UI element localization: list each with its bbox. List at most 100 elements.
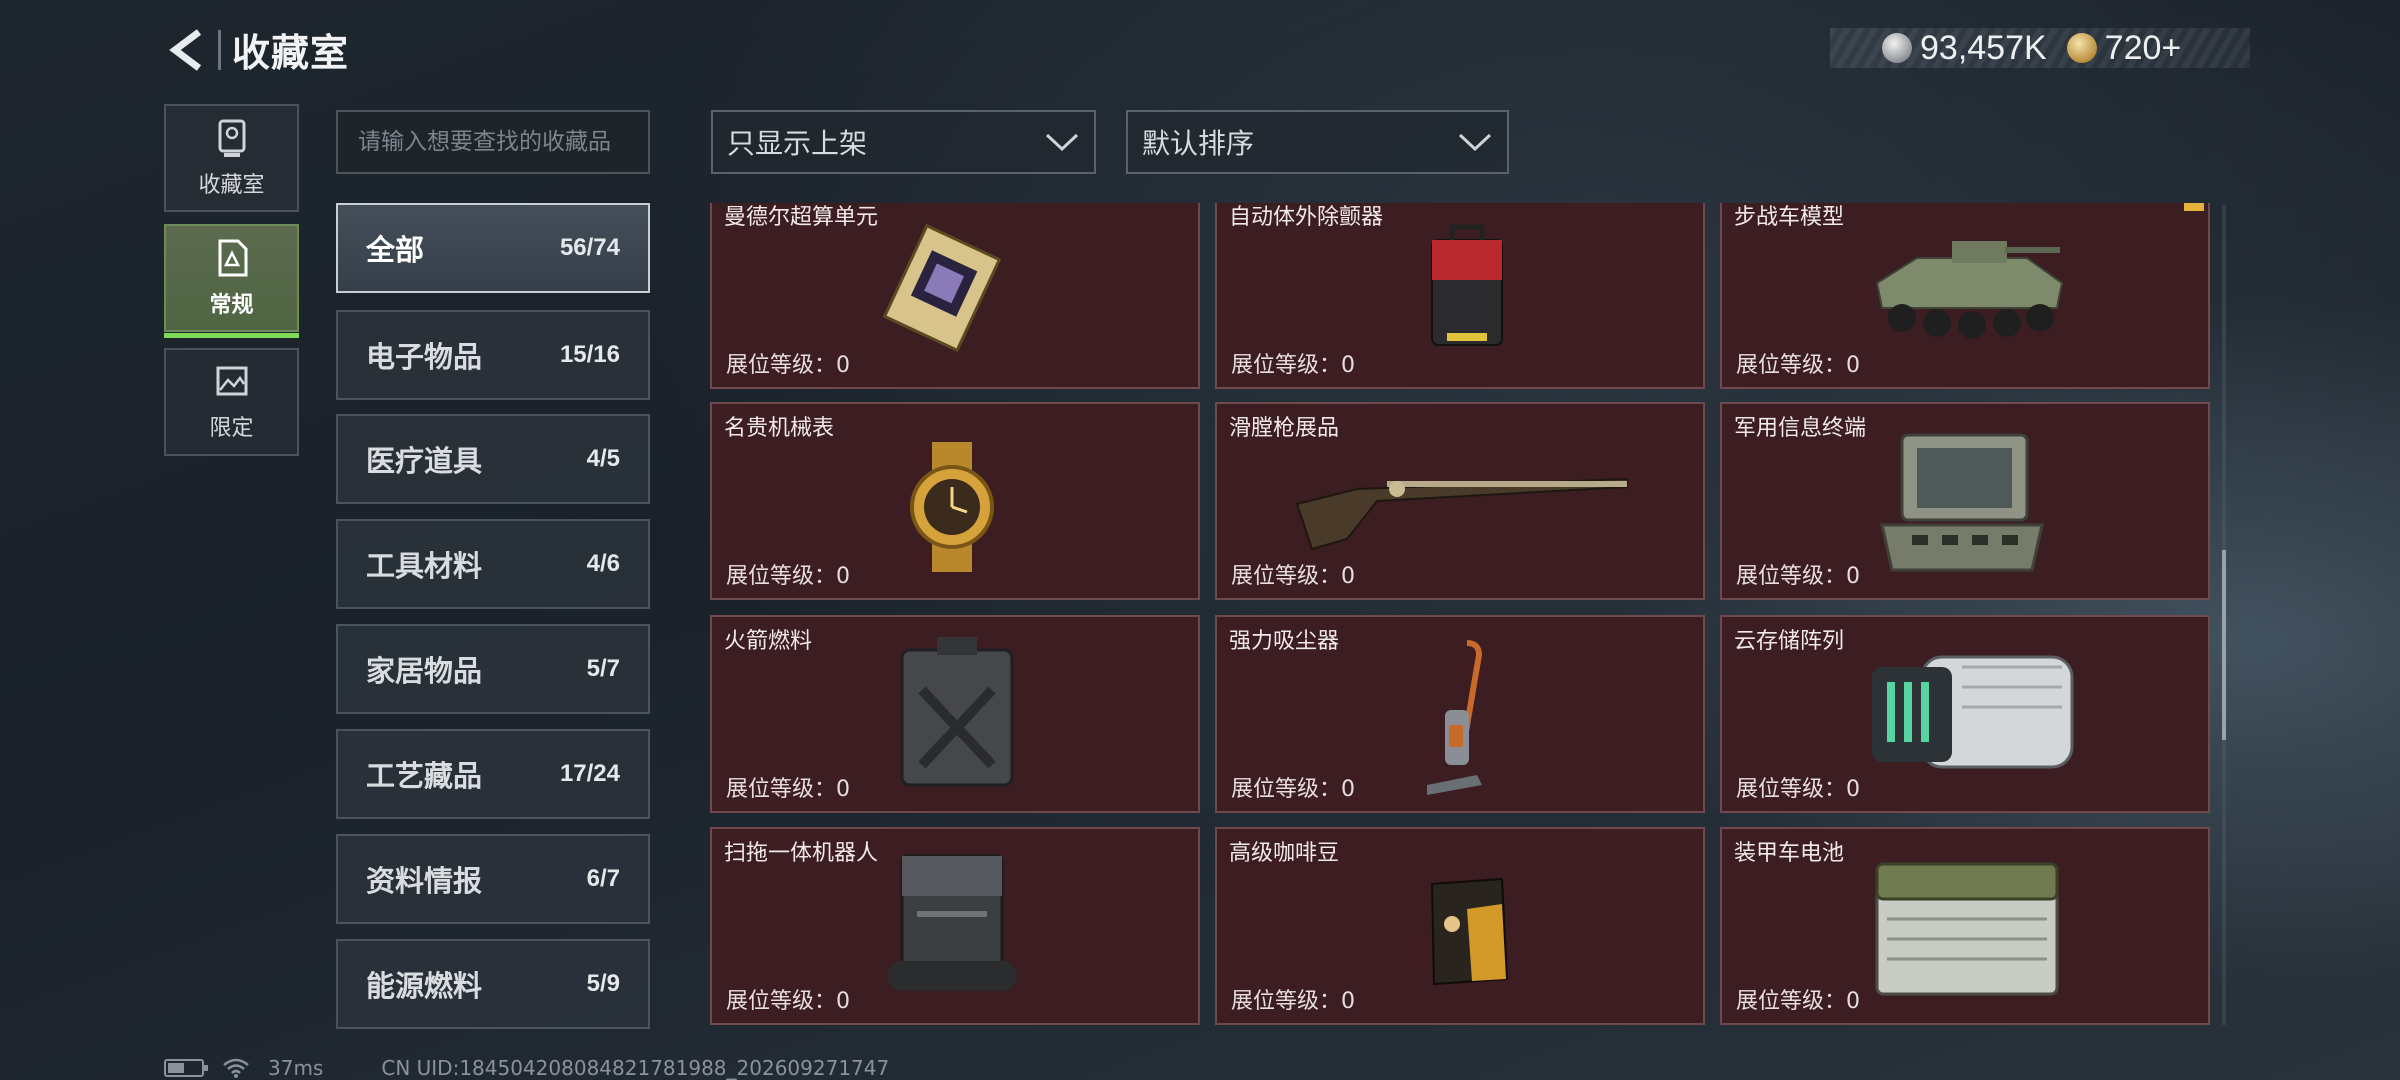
jerrycan-icon <box>900 637 1014 787</box>
item-level: 展位等级：0 <box>1736 353 1860 378</box>
category-count: 15/16 <box>559 341 620 368</box>
item-card[interactable]: 曼德尔超算单元 展位等级：0 <box>710 203 1200 389</box>
item-card[interactable]: 自动体外除颤器 展位等级：0 <box>1215 203 1705 389</box>
category-crafts[interactable]: 工艺藏品 17/24 <box>336 729 650 819</box>
item-level: 展位等级：0 <box>1231 989 1355 1014</box>
nav-collection-room[interactable]: 收藏室 <box>164 104 299 212</box>
item-card[interactable]: 滑膛枪展品 展位等级：0 <box>1215 402 1705 600</box>
item-name: 军用信息终端 <box>1734 416 1867 441</box>
filter-selected-value: 只显示上架 <box>727 127 868 160</box>
chip-icon <box>882 223 1002 353</box>
category-tools[interactable]: 工具材料 4/6 <box>336 519 650 609</box>
category-count: 6/7 <box>586 865 620 892</box>
item-name: 火箭燃料 <box>724 629 813 654</box>
category-name: 家居物品 <box>366 654 483 688</box>
nav-regular[interactable]: 常规 <box>164 224 299 338</box>
category-count: 56/74 <box>559 234 620 261</box>
item-level: 展位等级：0 <box>726 353 850 378</box>
picture-icon <box>216 366 247 396</box>
status-bar: 37ms CN UID:184504208084821781988_202609… <box>164 1056 889 1080</box>
battery-status-icon <box>164 1059 208 1077</box>
item-name: 装甲车电池 <box>1734 841 1845 866</box>
category-name: 医疗道具 <box>366 444 483 478</box>
nav-limited[interactable]: 限定 <box>164 348 299 456</box>
storage-array-icon <box>1872 655 2074 769</box>
battery-icon <box>1875 862 2059 996</box>
item-level: 展位等级：0 <box>1736 989 1860 1014</box>
category-name: 工具材料 <box>366 549 483 583</box>
category-count: 17/24 <box>559 760 620 787</box>
item-card[interactable]: 装甲车电池 展位等级：0 <box>1720 827 2210 1025</box>
category-intel[interactable]: 资料情报 6/7 <box>336 834 650 924</box>
item-name: 滑膛枪展品 <box>1229 416 1340 441</box>
item-card[interactable]: 步战车模型 展位等级：0 <box>1720 203 2210 389</box>
robot-vacuum-icon <box>887 854 1017 991</box>
coffee-bag-icon <box>1430 877 1509 986</box>
category-count: 4/6 <box>586 550 620 577</box>
musket-icon <box>1295 477 1628 551</box>
item-card[interactable]: 军用信息终端 展位等级：0 <box>1720 402 2210 600</box>
item-name: 曼德尔超算单元 <box>724 205 879 230</box>
item-card[interactable]: 火箭燃料 展位等级：0 <box>710 615 1200 813</box>
defibrillator-icon <box>1431 224 1503 346</box>
trophy-icon <box>218 119 245 157</box>
armored-vehicle-icon <box>1875 241 2064 339</box>
item-level: 展位等级：0 <box>1736 564 1860 589</box>
page-title: 收藏室 <box>232 31 350 75</box>
user-uid: CN UID:184504208084821781988_20260927174… <box>381 1056 890 1080</box>
category-name: 工艺藏品 <box>366 759 483 793</box>
category-count: 4/5 <box>586 445 620 472</box>
item-level: 展位等级：0 <box>726 777 850 802</box>
sort-dropdown[interactable]: 默认排序 <box>1126 110 1509 174</box>
item-level: 展位等级：0 <box>726 564 850 589</box>
document-icon <box>218 239 247 277</box>
vacuum-cleaner-icon <box>1427 640 1483 795</box>
chevron-left-icon <box>169 29 202 71</box>
category-energy[interactable]: 能源燃料 5/9 <box>336 939 650 1029</box>
nav-label: 限定 <box>209 416 254 441</box>
watch-icon <box>910 442 994 572</box>
silver-currency: 93,457K <box>1882 29 2047 68</box>
item-level: 展位等级：0 <box>1736 777 1860 802</box>
chevron-down-icon <box>1045 133 1079 152</box>
display-filter-dropdown[interactable]: 只显示上架 <box>711 110 1096 174</box>
item-name: 自动体外除颤器 <box>1229 205 1384 230</box>
search-input[interactable] <box>336 110 650 174</box>
currency-bar: 93,457K 720+ <box>1830 28 2250 68</box>
item-card[interactable]: 强力吸尘器 展位等级：0 <box>1215 615 1705 813</box>
item-card[interactable]: 名贵机械表 展位等级：0 <box>710 402 1200 600</box>
category-count: 5/9 <box>586 970 620 997</box>
gold-currency: 720+ <box>2066 28 2182 68</box>
sort-selected-value: 默认排序 <box>1142 127 1255 160</box>
new-item-marker <box>2184 203 2204 211</box>
gold-amount: 720+ <box>2104 28 2182 67</box>
item-card[interactable]: 高级咖啡豆 展位等级：0 <box>1215 827 1705 1025</box>
chevron-down-icon <box>1458 133 1492 152</box>
category-name: 全部 <box>366 233 425 267</box>
category-count: 5/7 <box>586 655 620 682</box>
category-name: 能源燃料 <box>366 969 483 1003</box>
title-divider <box>218 30 221 70</box>
back-button[interactable] <box>160 24 210 76</box>
nav-label: 常规 <box>209 293 254 318</box>
item-name: 云存储阵列 <box>1734 629 1845 654</box>
category-household[interactable]: 家居物品 5/7 <box>336 624 650 714</box>
wifi-icon <box>223 1058 249 1078</box>
category-name: 电子物品 <box>366 340 483 374</box>
item-level: 展位等级：0 <box>1231 353 1355 378</box>
silver-amount: 93,457K <box>1920 28 2047 67</box>
ping-value: 37ms <box>268 1056 324 1080</box>
grid-scrollbar-thumb[interactable] <box>2222 550 2226 740</box>
item-level: 展位等级：0 <box>1231 564 1355 589</box>
collection-grid: 曼德尔超算单元 展位等级：0 自动体外除颤器 展位等级：0 步战车模型 展位等级… <box>710 203 2230 1025</box>
item-card[interactable]: 扫拖一体机器人 展位等级：0 <box>710 827 1200 1025</box>
item-name: 步战车模型 <box>1734 205 1845 230</box>
silver-coin-icon <box>1882 33 1912 63</box>
nav-label: 收藏室 <box>198 173 265 198</box>
category-medical[interactable]: 医疗道具 4/5 <box>336 414 650 504</box>
category-electronics[interactable]: 电子物品 15/16 <box>336 310 650 400</box>
item-card[interactable]: 云存储阵列 展位等级：0 <box>1720 615 2210 813</box>
item-name: 扫拖一体机器人 <box>724 841 879 866</box>
category-all[interactable]: 全部 56/74 <box>336 203 650 293</box>
gold-coin-icon <box>2066 33 2097 63</box>
